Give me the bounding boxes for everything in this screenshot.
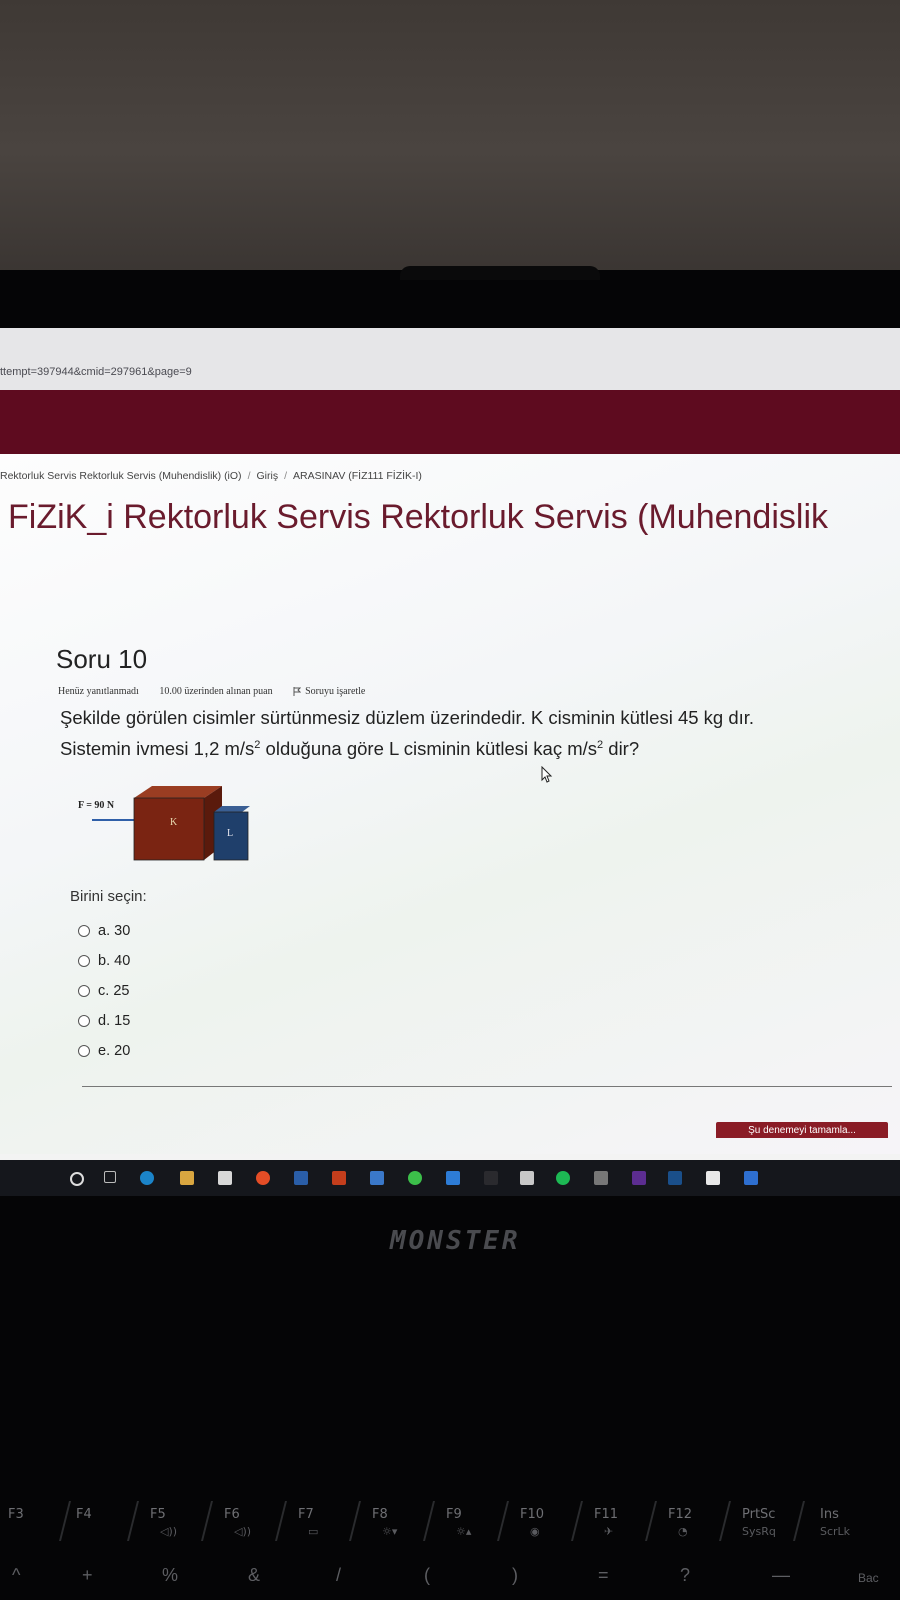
key-f10[interactable]: F10 ◉	[512, 1495, 583, 1543]
radio-button[interactable]	[78, 1045, 90, 1057]
radio-button[interactable]	[78, 1015, 90, 1027]
keyboard: F3 F4 F5 ◁)) F6 ◁)) F7 ▭ F8 ☼▾ F9 ☼▴ F10 ◉ F11…	[0, 1495, 900, 1600]
question-points: 10.00 üzerinden alınan puan	[159, 686, 273, 697]
key-f12[interactable]: F12 ◔	[660, 1495, 731, 1543]
page-title: FiZiK_i Rektorluk Servis Rektorluk Servi…	[8, 498, 829, 536]
flag-question-link[interactable]: Soruyu işaretle	[293, 686, 383, 697]
key-plus[interactable]: +	[70, 1557, 136, 1597]
radio-button[interactable]	[78, 955, 90, 967]
windows-taskbar	[0, 1160, 900, 1196]
calculator-icon[interactable]	[520, 1171, 534, 1185]
block-k	[133, 797, 205, 861]
app-icon[interactable]	[294, 1171, 308, 1185]
office-icon[interactable]	[332, 1171, 346, 1185]
option-d[interactable]: d. 15	[78, 1006, 130, 1036]
key-equals[interactable]: =	[586, 1557, 652, 1597]
key-f5[interactable]: F5 ◁))	[142, 1495, 213, 1543]
block-k-label: K	[170, 817, 178, 828]
file-explorer-icon[interactable]	[180, 1171, 194, 1185]
question-text-line2: Sistemin ivmesi 1,2 m/s2 olduğuna göre L…	[60, 738, 640, 759]
start-icon[interactable]	[70, 1172, 84, 1186]
question-title: Soru 10	[56, 644, 148, 674]
key-f4[interactable]: F4	[68, 1495, 139, 1543]
option-a[interactable]: a. 30	[78, 916, 130, 946]
key-f3[interactable]: F3	[0, 1495, 71, 1543]
question-status: Henüz yanıtlanmadı	[58, 686, 139, 697]
key-caret[interactable]: ^	[0, 1557, 66, 1597]
whatsapp-icon[interactable]	[408, 1171, 422, 1185]
chrome-icon[interactable]	[256, 1171, 270, 1185]
quiz-page: Rektorluk Servis Rektorluk Servis (Muhen…	[0, 454, 900, 1154]
question-info: Henüz yanıtlanmadı 10.00 üzerinden alına…	[58, 686, 401, 697]
check-icon[interactable]	[446, 1171, 460, 1185]
mouse-cursor-icon	[541, 766, 553, 783]
key-dash[interactable]: —	[760, 1557, 826, 1597]
breadcrumb-course[interactable]: Rektorluk Servis Rektorluk Servis (Muhen…	[0, 470, 242, 482]
mail-icon[interactable]	[370, 1171, 384, 1185]
key-ampersand[interactable]: &	[236, 1557, 302, 1597]
key-f11[interactable]: F11 ✈	[586, 1495, 657, 1543]
finish-attempt-button[interactable]: Şu denemeyi tamamla...	[716, 1122, 888, 1138]
divider	[82, 1086, 892, 1087]
force-label: F = 90 N	[78, 800, 115, 811]
key-rparen[interactable]: )	[500, 1557, 566, 1597]
browser-address-bar[interactable]: ttempt=397944&cmid=297961&page=9	[0, 328, 900, 391]
question-text-line1: Şekilde görülen cisimler sürtünmesiz düz…	[60, 707, 755, 728]
key-percent[interactable]: %	[150, 1557, 216, 1597]
option-c[interactable]: c. 25	[78, 976, 130, 1006]
url-text[interactable]: ttempt=397944&cmid=297961&page=9	[0, 366, 192, 378]
radio-button[interactable]	[78, 985, 90, 997]
flag-icon	[293, 687, 302, 697]
option-e[interactable]: e. 20	[78, 1036, 130, 1066]
key-ins[interactable]: Ins ScrLk	[812, 1495, 892, 1543]
key-slash[interactable]: /	[324, 1557, 390, 1597]
question-text: Şekilde görülen cisimler sürtünmesiz düz…	[60, 702, 880, 764]
key-backspace[interactable]: Bac	[846, 1557, 900, 1597]
app-icon[interactable]	[706, 1171, 720, 1185]
option-b[interactable]: b. 40	[78, 946, 130, 976]
task-view-icon[interactable]	[104, 1171, 116, 1183]
app-icon[interactable]	[594, 1171, 608, 1185]
breadcrumb: Rektorluk Servis Rektorluk Servis (Muhen…	[0, 470, 422, 482]
key-f9[interactable]: F9 ☼▴	[438, 1495, 509, 1543]
key-question[interactable]: ?	[668, 1557, 734, 1597]
breadcrumb-home[interactable]: Giriş	[256, 470, 278, 482]
answer-options: a. 30 b. 40 c. 25 d. 15 e. 20	[78, 916, 130, 1066]
laptop-screen: ttempt=397944&cmid=297961&page=9 Rektorl…	[0, 328, 900, 1196]
app-icon[interactable]	[484, 1171, 498, 1185]
key-f8[interactable]: F8 ☼▾	[364, 1495, 435, 1543]
background-wall	[0, 0, 900, 275]
key-prtsc[interactable]: PrtSc SysRq	[734, 1495, 805, 1543]
question-figure: F = 90 N K L	[78, 786, 250, 861]
key-f6[interactable]: F6 ◁))	[216, 1495, 287, 1543]
app-icon[interactable]	[744, 1171, 758, 1185]
breadcrumb-quiz[interactable]: ARASINAV (FİZ111 FİZİK-I)	[293, 470, 422, 482]
laptop-brand-logo: MONSTER	[390, 1226, 521, 1256]
choose-one-label: Birini seçin:	[70, 888, 147, 905]
spotify-icon[interactable]	[556, 1171, 570, 1185]
store-icon[interactable]	[218, 1171, 232, 1185]
radio-button[interactable]	[78, 925, 90, 937]
edge-icon[interactable]	[140, 1171, 154, 1185]
site-header-bar	[0, 390, 900, 454]
visual-studio-icon[interactable]	[632, 1171, 646, 1185]
webcam-housing	[400, 266, 600, 280]
key-f7[interactable]: F7 ▭	[290, 1495, 361, 1543]
key-lparen[interactable]: (	[412, 1557, 478, 1597]
block-l-label: L	[227, 828, 233, 839]
app-icon[interactable]	[668, 1171, 682, 1185]
flag-question-label: Soruyu işaretle	[305, 686, 366, 697]
